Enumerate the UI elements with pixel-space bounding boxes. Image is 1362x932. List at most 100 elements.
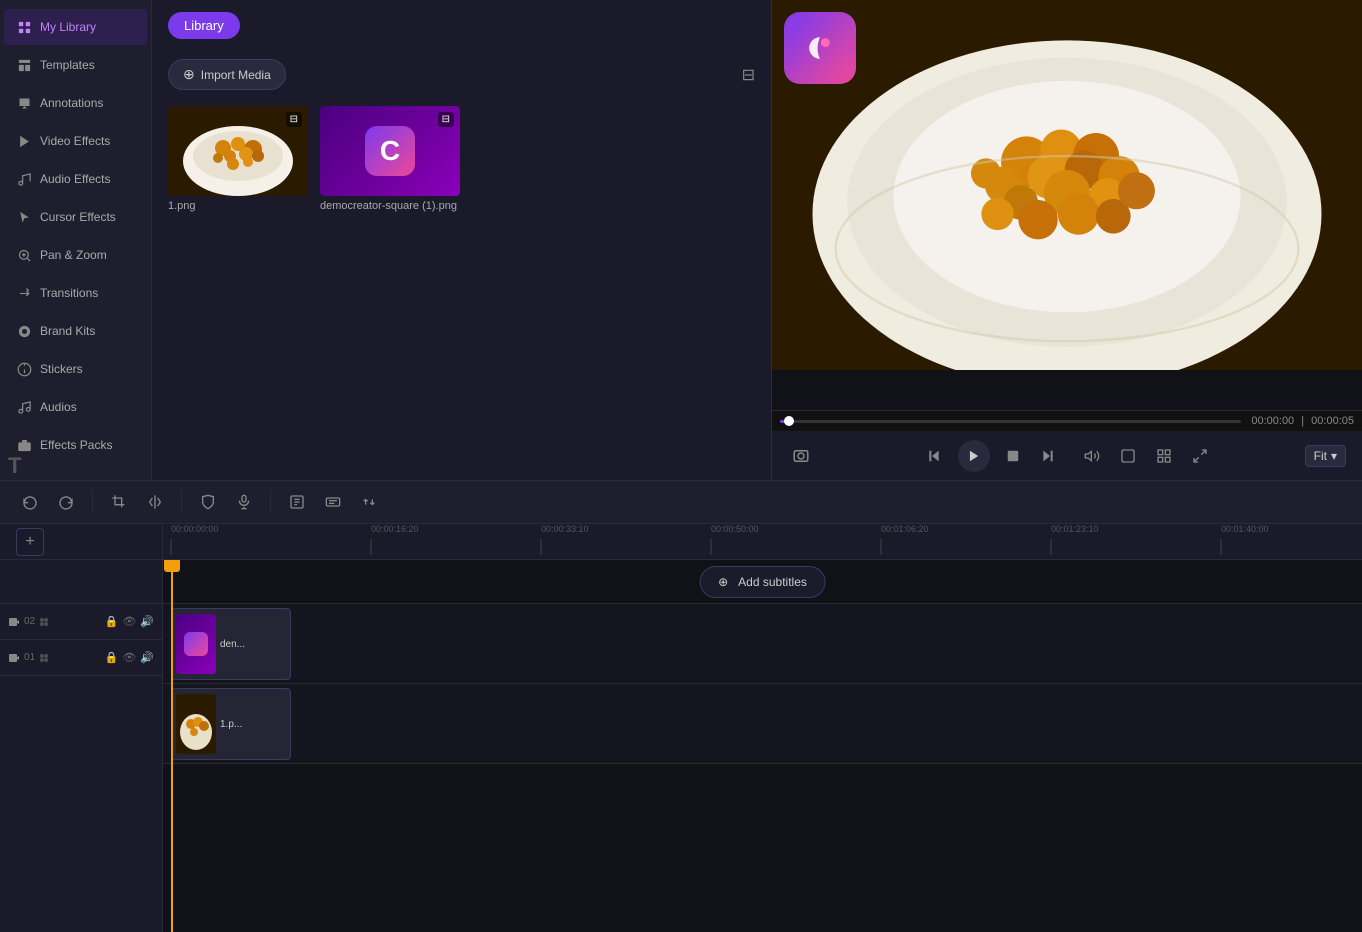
media-item-1[interactable]: ⊟ 1.png <box>168 106 308 212</box>
add-subtitles-button[interactable]: ⊕ Add subtitles <box>699 566 826 598</box>
text-track-row: ⊕ Add subtitles <box>163 560 1362 604</box>
control-buttons: Fit ▾ <box>772 431 1362 480</box>
volume-button[interactable] <box>1080 444 1104 468</box>
caption-button[interactable] <box>319 490 347 514</box>
preview-track[interactable] <box>780 420 1241 423</box>
preview-thumb <box>784 416 794 426</box>
sidebar-label-templates: Templates <box>40 58 95 72</box>
media-thumb-overlay-2: ⊟ <box>438 112 454 127</box>
sidebar-item-cursor-effects[interactable]: Cursor Effects <box>4 199 147 235</box>
fast-forward-button[interactable] <box>1036 444 1060 468</box>
video-track-row-2: den... <box>163 604 1362 684</box>
library-icon <box>16 19 32 35</box>
add-subtitles-label: Add subtitles <box>738 575 807 589</box>
preview-main <box>772 0 1362 410</box>
brand-kits-icon <box>16 323 32 339</box>
video-clip-1[interactable]: 1.p... <box>171 688 291 760</box>
undo-button[interactable] <box>16 490 44 514</box>
toolbar <box>0 480 1362 524</box>
stickers-icon <box>16 361 32 377</box>
sidebar-item-audio-effects[interactable]: Audio Effects <box>4 161 147 197</box>
clip-name-2: den... <box>220 639 245 650</box>
preview-timeline-bar[interactable]: 00:00:00 | 00:00:05 <box>772 411 1362 431</box>
playhead-marker <box>164 560 180 572</box>
sidebar-item-annotations[interactable]: Annotations <box>4 85 147 121</box>
grid-button[interactable] <box>1152 444 1176 468</box>
library-panel: Library ⊕ Import Media ⊟ <box>152 0 772 480</box>
arrows-button[interactable] <box>355 490 383 514</box>
sidebar-item-audios[interactable]: Audios <box>4 389 147 425</box>
annotations-icon <box>16 95 32 111</box>
sidebar-label-cursor-effects: Cursor Effects <box>40 210 116 224</box>
import-media-button[interactable]: ⊕ Import Media <box>168 59 286 90</box>
video-track-row-1: 1.p... <box>163 684 1362 764</box>
add-subtitles-icon: ⊕ <box>718 575 728 589</box>
sidebar-item-pan-zoom[interactable]: Pan & Zoom <box>4 237 147 273</box>
expand-button[interactable] <box>1188 444 1212 468</box>
timeline-ruler[interactable]: 00:00:00:00 00:00:16:20 00:00:33:10 00:0… <box>163 524 1362 560</box>
timeline-left-panel: + T 02 🔒 👁 🔊 01 <box>0 524 163 932</box>
shield-button[interactable] <box>194 490 222 514</box>
crop-tool-button[interactable] <box>105 490 133 514</box>
sidebar-item-effects-packs[interactable]: Effects Packs <box>4 427 147 463</box>
track-1-num: 01 <box>24 652 35 663</box>
sidebar-item-templates[interactable]: Templates <box>4 47 147 83</box>
fit-select[interactable]: Fit ▾ <box>1305 445 1346 467</box>
sidebar-label-audio-effects: Audio Effects <box>40 172 111 186</box>
sidebar-item-my-library[interactable]: My Library <box>4 9 147 45</box>
sidebar-label-pan-zoom: Pan & Zoom <box>40 248 107 262</box>
crop-button[interactable] <box>1116 444 1140 468</box>
preview-controls: 00:00:00 | 00:00:05 <box>772 410 1362 480</box>
sidebar: My Library Templates Annotations Video E… <box>0 0 152 480</box>
screenshot-button[interactable] <box>788 443 814 469</box>
audios-icon <box>16 399 32 415</box>
track-2-num: 02 <box>24 616 35 627</box>
add-track-button[interactable]: + <box>16 528 44 556</box>
mic-button[interactable] <box>230 490 258 514</box>
text-box-button[interactable] <box>283 490 311 514</box>
sidebar-label-annotations: Annotations <box>40 96 103 110</box>
food-preview-image <box>772 0 1362 370</box>
import-plus-icon: ⊕ <box>183 66 195 83</box>
video-track-2-label: 02 🔒 👁 🔊 <box>0 604 162 640</box>
rewind-button[interactable] <box>922 444 946 468</box>
time-display: 00:00:00 | 00:00:05 <box>1251 415 1354 427</box>
clip-thumb-1 <box>176 694 216 754</box>
eye-icon-1[interactable]: 👁 <box>122 651 136 664</box>
text-track-label: T <box>0 560 162 604</box>
effects-packs-icon <box>16 437 32 453</box>
sidebar-item-video-effects[interactable]: Video Effects <box>4 123 147 159</box>
sidebar-item-brand-kits[interactable]: Brand Kits <box>4 313 147 349</box>
sidebar-item-transitions[interactable]: Transitions <box>4 275 147 311</box>
play-button[interactable] <box>958 440 990 472</box>
split-button[interactable] <box>141 490 169 514</box>
media-thumb-2: ⊟ <box>320 106 460 196</box>
media-grid: ⊟ 1.png ⊟ democreator-square (1).png <box>152 98 771 220</box>
filter-icon[interactable]: ⊟ <box>742 65 755 85</box>
library-tab[interactable]: Library <box>168 12 240 39</box>
ruler-mark-1: 00:00:16:20 <box>371 524 419 534</box>
audio-icon-1[interactable]: 🔊 <box>140 651 154 664</box>
redo-button[interactable] <box>52 490 80 514</box>
media-item-2[interactable]: ⊟ democreator-square (1).png <box>320 106 460 212</box>
ruler-mark-2: 00:00:33:10 <box>541 524 589 534</box>
clip-name-1: 1.p... <box>220 719 242 730</box>
library-header: Library <box>152 0 771 51</box>
sidebar-item-stickers[interactable]: Stickers <box>4 351 147 387</box>
lock-icon-1[interactable]: 🔒 <box>105 651 119 664</box>
stop-button[interactable] <box>1002 445 1024 467</box>
media-name-2: democreator-square (1).png <box>320 200 460 212</box>
ruler-mark-4: 00:01:06:20 <box>881 524 929 534</box>
lock-icon-2[interactable]: 🔒 <box>105 615 119 628</box>
toolbar-divider-1 <box>92 490 93 514</box>
media-thumb-overlay-1: ⊟ <box>286 112 302 127</box>
eye-icon-2[interactable]: 👁 <box>122 615 136 628</box>
fit-label: Fit <box>1314 449 1327 463</box>
sidebar-label-audios: Audios <box>40 400 77 414</box>
preview-dc-icon <box>784 12 856 84</box>
ruler-mark-0: 00:00:00:00 <box>171 524 219 534</box>
audio-icon-2[interactable]: 🔊 <box>140 615 154 628</box>
timeline-tracks-container: ⊕ Add subtitles den... <box>163 560 1362 932</box>
sidebar-label-video-effects: Video Effects <box>40 134 110 148</box>
video-clip-2[interactable]: den... <box>171 608 291 680</box>
